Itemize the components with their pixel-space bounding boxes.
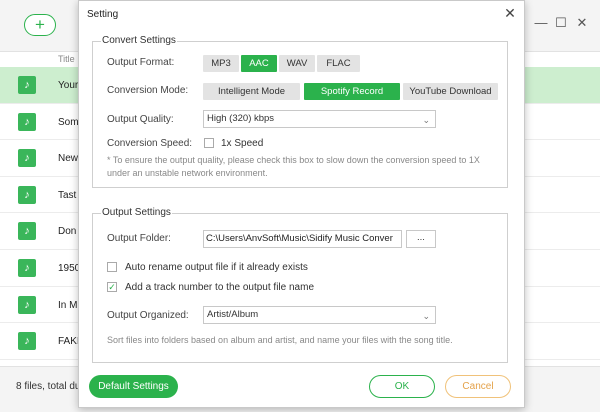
format-wav-button[interactable]: WAV: [279, 55, 315, 72]
output-settings-group: Output Settings Output Folder: C:\Users\…: [92, 207, 508, 363]
music-note-icon: ♪: [18, 76, 36, 94]
track-name: Your: [58, 80, 79, 91]
convert-settings-group: Convert Settings Output Format: MP3 AAC …: [92, 35, 508, 188]
chevron-down-icon: ⌄: [422, 115, 430, 125]
track-name: Som: [58, 116, 79, 128]
settings-dialog: Setting ✕ Convert Settings Output Format…: [78, 0, 525, 408]
mode-spotify-record-button[interactable]: Spotify Record: [304, 83, 400, 100]
ok-button[interactable]: OK: [369, 375, 435, 398]
organize-note: Sort files into folders based on album a…: [107, 335, 453, 345]
cancel-button[interactable]: Cancel: [445, 375, 511, 398]
browse-button[interactable]: ...: [406, 230, 436, 248]
auto-rename-label: Auto rename output file if it already ex…: [125, 262, 308, 273]
maximize-icon[interactable]: ☐: [554, 16, 568, 30]
conversion-mode-label: Conversion Mode:: [107, 85, 189, 96]
group-legend: Output Settings: [101, 207, 172, 218]
output-quality-value: High (320) kbps: [207, 113, 275, 124]
output-quality-select[interactable]: High (320) kbps ⌄: [203, 110, 436, 128]
output-folder-input[interactable]: C:\Users\AnvSoft\Music\Sidify Music Conv…: [203, 230, 402, 248]
conversion-speed-label: Conversion Speed:: [107, 138, 193, 149]
minimize-icon[interactable]: —: [534, 16, 548, 30]
track-number-label: Add a track number to the output file na…: [125, 282, 314, 293]
output-organized-value: Artist/Album: [207, 309, 259, 320]
music-note-icon: ♪: [18, 185, 36, 204]
format-aac-button[interactable]: AAC: [241, 55, 277, 72]
speed-checkbox-label: 1x Speed: [221, 138, 264, 149]
track-name: Don: [58, 226, 77, 238]
output-organized-label: Output Organized:: [107, 310, 189, 321]
column-header-title[interactable]: Title: [58, 54, 75, 64]
output-folder-label: Output Folder:: [107, 233, 171, 244]
music-note-icon: ♪: [18, 258, 36, 277]
close-icon[interactable]: ✕: [575, 16, 589, 30]
file-count: 8 files, total du: [16, 381, 81, 392]
music-note-icon: ♪: [18, 112, 36, 131]
music-note-icon: ♪: [18, 222, 36, 241]
group-legend: Convert Settings: [101, 35, 177, 46]
track-name: FAKI: [58, 336, 80, 348]
track-name: New: [58, 153, 79, 165]
track-number-checkbox[interactable]: ✓: [107, 282, 117, 292]
speed-note: * To ensure the output quality, please c…: [107, 155, 480, 178]
add-button[interactable]: +: [24, 14, 56, 36]
music-note-icon: ♪: [18, 295, 36, 314]
track-name: Tast: [58, 189, 77, 201]
chevron-down-icon: ⌄: [422, 311, 430, 321]
speed-checkbox[interactable]: [204, 138, 214, 148]
mode-intelligent-button[interactable]: Intelligent Mode: [203, 83, 300, 100]
checkmark-icon: ✓: [108, 282, 116, 292]
format-mp3-button[interactable]: MP3: [203, 55, 239, 72]
dialog-title: Setting: [87, 9, 119, 20]
track-name: 1950: [58, 262, 81, 274]
format-flac-button[interactable]: FLAC: [317, 55, 360, 72]
output-organized-select[interactable]: Artist/Album ⌄: [203, 306, 436, 324]
music-note-icon: ♪: [18, 332, 36, 351]
output-quality-label: Output Quality:: [107, 114, 174, 125]
dialog-titlebar: Setting ✕: [79, 1, 524, 28]
output-format-label: Output Format:: [107, 57, 175, 68]
mode-youtube-download-button[interactable]: YouTube Download: [403, 83, 498, 100]
music-note-icon: ♪: [18, 149, 36, 168]
close-icon[interactable]: ✕: [503, 5, 517, 21]
auto-rename-checkbox[interactable]: [107, 262, 117, 272]
track-name: In M: [58, 299, 78, 311]
default-settings-button[interactable]: Default Settings: [89, 375, 178, 398]
